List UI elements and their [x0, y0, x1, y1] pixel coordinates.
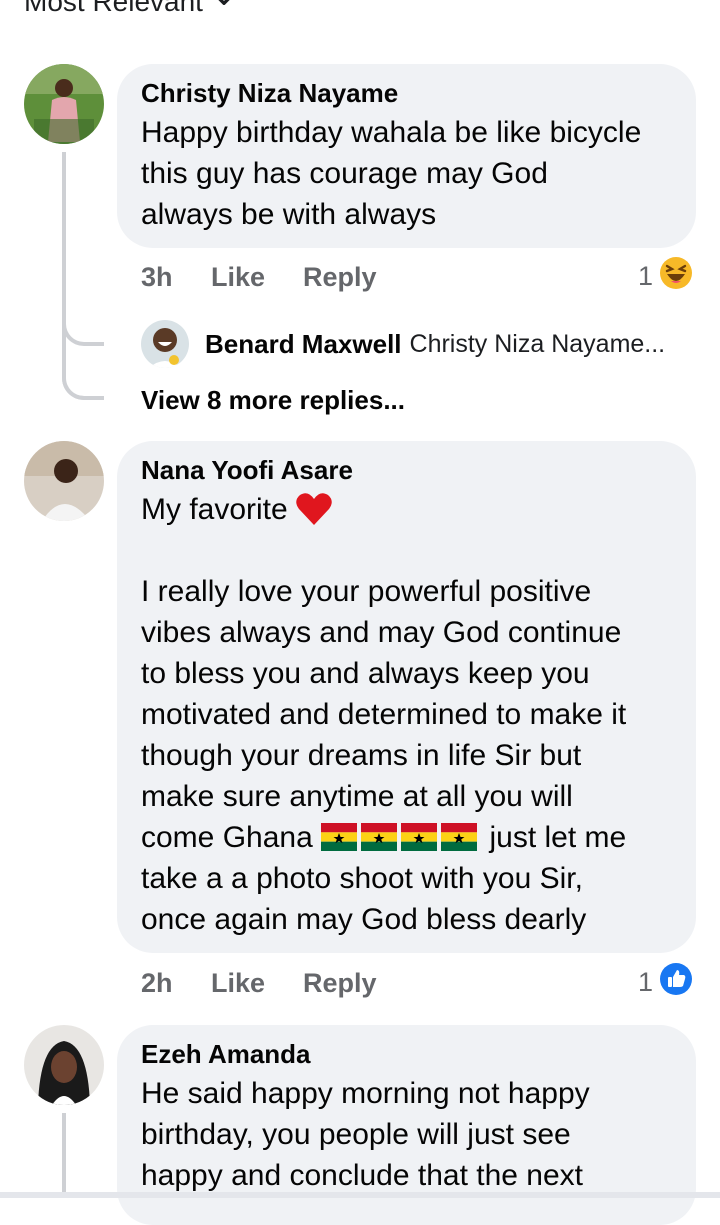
reply-button[interactable]: Reply: [303, 262, 377, 293]
reply-text: Christy Niza Nayame...: [409, 329, 666, 358]
reply-preview[interactable]: Benard Maxwell Christy Niza Nayame...: [141, 320, 665, 368]
comment-time[interactable]: 2h: [141, 968, 211, 999]
comment-bubble: Nana Yoofi Asare My favorite I really lo…: [117, 441, 696, 953]
comment-text: Happy birthday wahala be like bicycle th…: [141, 116, 642, 231]
comment-actions: 2h Like Reply: [141, 968, 377, 999]
heart-emoji-icon: [294, 491, 334, 527]
sort-label: Most Relevant: [24, 0, 203, 17]
ghana-flag-icon: [321, 821, 358, 851]
comment-text-line: My favorite: [141, 493, 288, 526]
sort-dropdown[interactable]: Most Relevant: [24, 0, 235, 18]
haha-reaction-icon: [659, 256, 693, 297]
reply-button[interactable]: Reply: [303, 968, 377, 999]
comment-text-segment: just let me: [489, 821, 627, 854]
comment-text-ghana: come Ghana just let me: [141, 817, 672, 858]
avatar[interactable]: [141, 320, 189, 368]
view-more-replies-button[interactable]: View 8 more replies...: [141, 385, 405, 416]
reaction-count: 1: [638, 261, 654, 291]
comment-text-segment: come Ghana: [141, 821, 313, 854]
comment-author[interactable]: Ezeh Amanda: [141, 1039, 672, 1069]
ghana-flag-icon: [361, 821, 398, 851]
like-reaction-icon: [659, 962, 693, 1003]
ghana-flag-icon: [401, 821, 438, 851]
comment-text-tail: take a a photo shoot with you Sir, once …: [141, 862, 587, 936]
thread-line: [62, 1113, 66, 1198]
comment-author[interactable]: Christy Niza Nayame: [141, 78, 672, 108]
reaction-summary[interactable]: 1: [638, 256, 693, 297]
reaction-summary[interactable]: 1: [638, 962, 693, 1003]
reaction-count: 1: [638, 967, 654, 997]
comment-text: He said happy morning not happy birthday…: [141, 1077, 590, 1192]
avatar[interactable]: [24, 1025, 104, 1105]
comment-actions: 3h Like Reply: [141, 262, 377, 293]
comment-time[interactable]: 3h: [141, 262, 211, 293]
reply-author: Benard Maxwell: [205, 328, 402, 359]
like-button[interactable]: Like: [211, 262, 303, 293]
comment-text-body: I really love your powerful positive vib…: [141, 575, 627, 813]
thread-connector: [62, 338, 104, 400]
comment-bubble: Christy Niza Nayame Happy birthday wahal…: [117, 64, 696, 248]
comment-author[interactable]: Nana Yoofi Asare: [141, 455, 672, 485]
chevron-down-icon: [213, 0, 235, 18]
avatar[interactable]: [24, 441, 104, 521]
like-button[interactable]: Like: [211, 968, 303, 999]
ghana-flag-icon: [441, 821, 478, 851]
comment-text: My favorite: [141, 489, 672, 530]
avatar[interactable]: [24, 64, 104, 144]
bottom-divider: [0, 1192, 720, 1198]
